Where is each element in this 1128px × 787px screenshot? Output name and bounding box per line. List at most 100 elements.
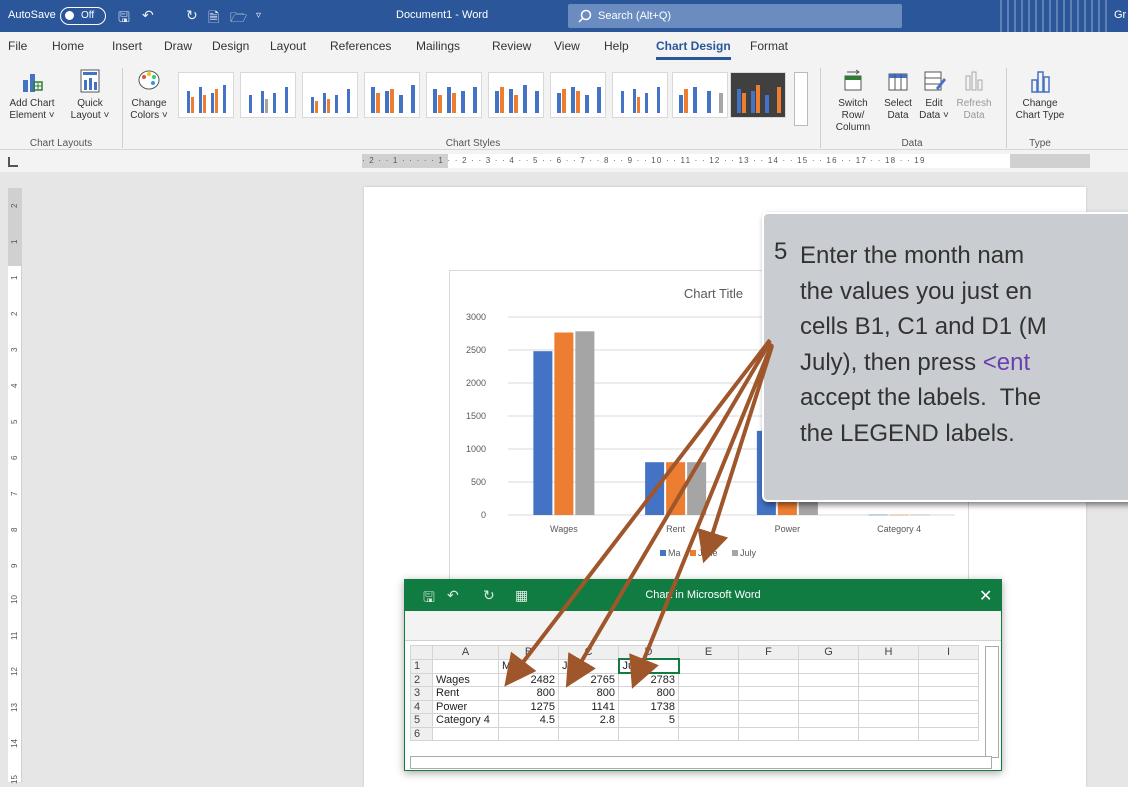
- cell[interactable]: [432, 726, 499, 741]
- column-header[interactable]: D: [618, 645, 679, 660]
- chart-style-7[interactable]: [550, 72, 606, 118]
- tab-format[interactable]: Format: [750, 39, 788, 53]
- cell[interactable]: [738, 726, 799, 741]
- chart-style-3[interactable]: [302, 72, 358, 118]
- user-initials[interactable]: Gr: [1114, 9, 1126, 21]
- chart-style-6[interactable]: [488, 72, 544, 118]
- tab-chart-design[interactable]: Chart Design: [656, 39, 731, 60]
- column-header[interactable]: G: [798, 645, 859, 660]
- formula-bar[interactable]: [405, 611, 1001, 641]
- row-header[interactable]: 3: [410, 686, 433, 701]
- row-header[interactable]: 5: [410, 713, 433, 728]
- tab-draw[interactable]: Draw: [164, 39, 192, 53]
- cell[interactable]: Wages: [432, 672, 499, 687]
- tab-review[interactable]: Review: [492, 39, 531, 53]
- cell[interactable]: [918, 726, 979, 741]
- column-header[interactable]: H: [858, 645, 919, 660]
- tab-view[interactable]: View: [554, 39, 580, 53]
- cell[interactable]: [858, 686, 919, 701]
- horizontal-ruler[interactable]: · 2 · · 1 · · · · · 1 · · 2 · · 3 · · 4 …: [362, 154, 1090, 168]
- chart-style-4[interactable]: [364, 72, 420, 118]
- cell[interactable]: [858, 699, 919, 714]
- cell[interactable]: [432, 658, 499, 674]
- cell[interactable]: [678, 686, 739, 701]
- cell[interactable]: 4.5: [498, 713, 559, 728]
- row-header[interactable]: 2: [410, 672, 433, 687]
- autosave-toggle[interactable]: Off: [60, 7, 106, 25]
- vertical-ruler[interactable]: 2 1 1 2 3 4 5 6 7 8 9 10 11 12 13 14 15: [8, 188, 22, 784]
- cell[interactable]: [798, 713, 859, 728]
- switch-row-column-button[interactable]: Switch Row/ Column: [826, 68, 880, 134]
- cell[interactable]: [678, 726, 739, 741]
- cell[interactable]: [738, 699, 799, 714]
- cell[interactable]: 2482: [498, 672, 559, 687]
- tab-design[interactable]: Design: [212, 39, 249, 53]
- add-chart-element-button[interactable]: Add Chart Element ˅: [2, 68, 62, 122]
- cell[interactable]: [498, 726, 559, 741]
- cell[interactable]: [918, 658, 979, 674]
- cell[interactable]: Rent: [432, 686, 499, 701]
- cell[interactable]: 800: [558, 686, 619, 701]
- column-header[interactable]: F: [738, 645, 799, 660]
- refresh-data-button[interactable]: Refresh Data: [952, 68, 996, 122]
- tab-selector-icon[interactable]: [8, 157, 18, 167]
- close-icon[interactable]: ✕: [979, 586, 992, 606]
- cell[interactable]: 5: [618, 713, 679, 728]
- cell[interactable]: [858, 658, 919, 674]
- cell[interactable]: 800: [498, 686, 559, 701]
- chart-styles-scroll[interactable]: [794, 72, 808, 126]
- column-header[interactable]: B: [498, 645, 559, 660]
- vertical-scrollbar[interactable]: [985, 646, 999, 758]
- open-folder-icon[interactable]: 🗁: [230, 7, 247, 31]
- column-header[interactable]: A: [432, 645, 499, 660]
- cell[interactable]: [678, 672, 739, 687]
- row-header[interactable]: 6: [410, 726, 433, 741]
- cell[interactable]: [798, 658, 859, 674]
- tab-insert[interactable]: Insert: [112, 39, 142, 53]
- cell[interactable]: [918, 713, 979, 728]
- tab-references[interactable]: References: [330, 39, 391, 53]
- chart-style-2[interactable]: [240, 72, 296, 118]
- cell[interactable]: [798, 726, 859, 741]
- redo-icon[interactable]: ↻: [186, 7, 198, 24]
- select-all-corner[interactable]: [410, 645, 433, 660]
- cell[interactable]: [558, 726, 619, 741]
- cell[interactable]: [918, 686, 979, 701]
- cell[interactable]: [738, 713, 799, 728]
- column-header[interactable]: E: [678, 645, 739, 660]
- tab-home[interactable]: Home: [52, 39, 84, 53]
- change-chart-type-button[interactable]: Change Chart Type: [1010, 68, 1070, 122]
- cell[interactable]: Category 4: [432, 713, 499, 728]
- new-document-icon[interactable]: 🗎: [208, 7, 219, 31]
- cell[interactable]: [678, 713, 739, 728]
- row-header[interactable]: 1: [410, 658, 433, 674]
- cell[interactable]: Power: [432, 699, 499, 714]
- tab-mailings[interactable]: Mailings: [416, 39, 460, 53]
- select-data-button[interactable]: Select Data: [882, 68, 914, 122]
- cell[interactable]: [678, 658, 739, 674]
- cell[interactable]: 2765: [558, 672, 619, 687]
- cell[interactable]: 1141: [558, 699, 619, 714]
- cell[interactable]: [918, 699, 979, 714]
- cell[interactable]: [618, 726, 679, 741]
- change-colors-button[interactable]: Change Colors ˅: [126, 68, 172, 122]
- cell[interactable]: 1275: [498, 699, 559, 714]
- cell[interactable]: [798, 672, 859, 687]
- cell-selected[interactable]: July: [617, 658, 680, 674]
- cell[interactable]: [858, 726, 919, 741]
- customize-toolbar-icon[interactable]: ▿: [256, 10, 261, 21]
- search-box[interactable]: Search (Alt+Q): [568, 4, 902, 28]
- column-header[interactable]: I: [918, 645, 979, 660]
- chart-style-5[interactable]: [426, 72, 482, 118]
- cell[interactable]: [738, 686, 799, 701]
- tab-layout[interactable]: Layout: [270, 39, 306, 53]
- chart-style-8[interactable]: [730, 72, 786, 118]
- undo-icon[interactable]: ↶: [142, 7, 154, 24]
- cell[interactable]: 800: [618, 686, 679, 701]
- cell[interactable]: [738, 672, 799, 687]
- cell[interactable]: [798, 699, 859, 714]
- chart-style-9[interactable]: [612, 72, 668, 118]
- tab-file[interactable]: File: [8, 39, 27, 53]
- tab-help[interactable]: Help: [604, 39, 629, 53]
- cell[interactable]: [858, 713, 919, 728]
